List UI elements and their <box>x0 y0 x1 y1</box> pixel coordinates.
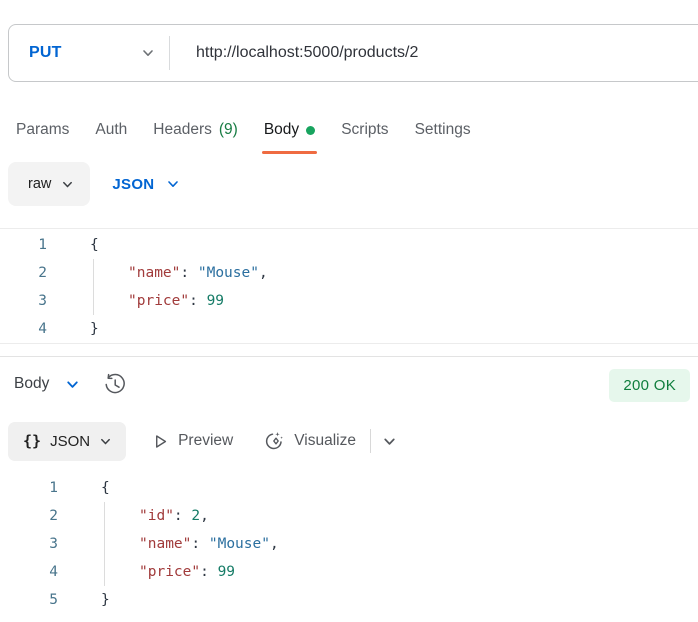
more-formats-dropdown[interactable] <box>382 434 397 449</box>
request-url-bar: PUT <box>8 24 698 82</box>
history-clock-icon <box>102 372 127 397</box>
code-line: 4 } <box>0 315 698 343</box>
indent-guide <box>93 259 94 287</box>
body-format-label: raw <box>28 176 52 192</box>
code-line: 2 "name": "Mouse", <box>0 259 698 287</box>
tab-headers[interactable]: Headers (9) <box>153 110 238 150</box>
response-toolbar: {} JSON Preview Visualize <box>8 421 397 461</box>
chevron-down-icon <box>382 434 397 449</box>
code-line: 3 "price": 99 <box>0 287 698 315</box>
code-line: 1 { <box>0 231 698 259</box>
line-number: 2 <box>49 508 58 524</box>
request-tabs: Params Auth Headers (9) Body Scripts Set… <box>0 110 698 154</box>
status-badge: 200 OK <box>609 369 690 402</box>
response-header: Body 200 OK <box>0 357 698 411</box>
line-number: 3 <box>49 536 58 552</box>
method-label: PUT <box>29 44 62 61</box>
line-number: 2 <box>38 265 47 281</box>
language-label: JSON <box>112 175 155 193</box>
headers-count: (9) <box>218 121 238 138</box>
tab-scripts[interactable]: Scripts <box>341 110 388 150</box>
response-body-label: Body <box>14 375 50 392</box>
response-body-editor[interactable]: 1 { 2 "id": 2, 3 "name": "Mouse", 4 "pri… <box>0 472 698 616</box>
code-line: 3 "name": "Mouse", <box>0 530 698 558</box>
body-type-toolbar: raw JSON <box>8 162 180 206</box>
code-line: 5 } <box>0 586 698 614</box>
play-outline-icon <box>152 433 169 450</box>
chevron-down-icon <box>166 177 180 191</box>
body-format-dropdown[interactable]: raw <box>8 162 91 206</box>
request-body-editor[interactable]: 1 { 2 "name": "Mouse", 3 "price": 99 4 } <box>0 228 698 344</box>
code-line: 1 { <box>0 474 698 502</box>
history-button[interactable] <box>102 372 127 397</box>
line-number: 3 <box>38 293 47 309</box>
line-number: 4 <box>49 564 58 580</box>
tab-body[interactable]: Body <box>261 110 318 154</box>
indent-guide <box>93 287 94 315</box>
visualize-button[interactable]: Visualize <box>263 430 356 452</box>
line-number: 1 <box>38 237 47 253</box>
response-format-label: JSON <box>50 432 91 450</box>
chevron-down-icon <box>65 377 80 392</box>
tab-auth[interactable]: Auth <box>95 110 127 150</box>
chevron-down-icon <box>61 178 74 191</box>
tab-settings[interactable]: Settings <box>415 110 471 150</box>
body-modified-dot-icon <box>306 125 316 135</box>
response-section: Body 200 OK <box>0 356 698 411</box>
line-number: 4 <box>38 321 47 337</box>
chevron-down-icon <box>99 435 112 448</box>
line-number: 1 <box>49 480 58 496</box>
visualize-label: Visualize <box>294 432 356 449</box>
magic-sparkle-icon <box>263 430 285 452</box>
response-view-dropdown[interactable] <box>65 377 80 392</box>
code-line: 4 "price": 99 <box>0 558 698 586</box>
indent-guide <box>104 502 105 530</box>
toolbar-divider <box>369 429 371 453</box>
tab-params[interactable]: Params <box>16 110 69 150</box>
indent-guide <box>104 530 105 558</box>
braces-icon: {} <box>23 432 42 450</box>
line-number: 5 <box>49 592 58 608</box>
chevron-down-icon <box>141 46 155 60</box>
language-dropdown[interactable]: JSON <box>112 176 180 193</box>
method-dropdown[interactable]: PUT <box>9 44 169 62</box>
rest-client-window: PUT Params Auth Headers (9) Body Scripts… <box>0 0 698 622</box>
preview-button[interactable]: Preview <box>152 432 233 450</box>
response-format-dropdown[interactable]: {} JSON <box>8 421 127 461</box>
preview-label: Preview <box>178 432 234 449</box>
indent-guide <box>104 558 105 586</box>
code-line: 2 "id": 2, <box>0 502 698 530</box>
url-input[interactable] <box>170 44 698 62</box>
